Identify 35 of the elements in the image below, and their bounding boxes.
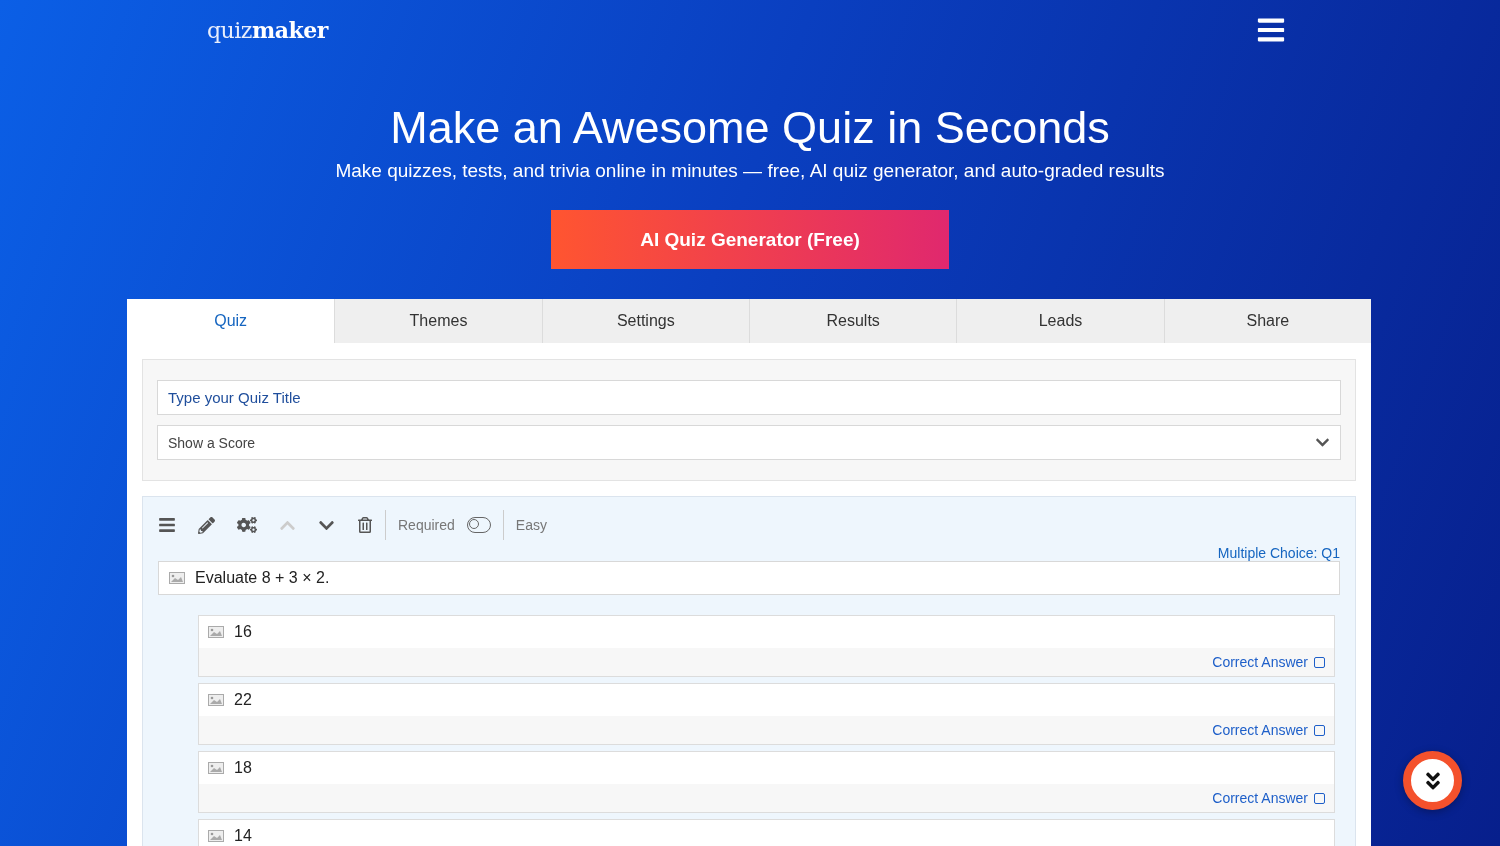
- logo[interactable]: quizmaker: [207, 17, 328, 43]
- tab[interactable]: Share: [1163, 299, 1371, 343]
- gears-icon[interactable]: [237, 515, 257, 535]
- answer-text[interactable]: 14: [234, 827, 252, 845]
- pencil-icon[interactable]: [198, 516, 215, 534]
- answer-text[interactable]: 16: [234, 623, 252, 641]
- image-icon: [169, 572, 185, 584]
- tab[interactable]: Leads: [956, 299, 1164, 343]
- answer-text[interactable]: 18: [234, 759, 252, 777]
- difficulty-label[interactable]: Easy: [515, 517, 547, 533]
- tab[interactable]: Settings: [541, 299, 749, 343]
- image-icon: [208, 762, 224, 774]
- drag-handle-icon[interactable]: [158, 516, 176, 534]
- correct-checkbox[interactable]: [1314, 656, 1325, 668]
- scroll-down-button[interactable]: [1403, 751, 1462, 810]
- tab[interactable]: Results: [749, 299, 957, 343]
- question-field[interactable]: Evaluate 8 + 3 × 2.: [158, 561, 1340, 595]
- score-select[interactable]: Show a Score: [157, 425, 1341, 460]
- answer-text[interactable]: 22: [234, 691, 252, 709]
- image-icon: [208, 830, 224, 842]
- hero-title: Make an Awesome Quiz in Seconds: [390, 102, 1110, 154]
- correct-checkbox[interactable]: [1314, 792, 1325, 804]
- required-label: Required: [398, 517, 455, 533]
- correct-answer-label: Correct Answer: [1212, 654, 1308, 670]
- question-type-label: Multiple Choice: Q1: [1217, 545, 1340, 561]
- correct-checkbox[interactable]: [1314, 724, 1325, 736]
- trash-icon[interactable]: [357, 517, 373, 533]
- correct-answer-label: Correct Answer: [1212, 790, 1308, 806]
- image-icon: [208, 694, 224, 706]
- ai-generator-button[interactable]: AI Quiz Generator (Free): [551, 210, 949, 269]
- correct-answer-label: Correct Answer: [1212, 722, 1308, 738]
- hero-subtitle: Make quizzes, tests, and trivia online in minutes — free, AI quiz generator, and auto-graded results: [335, 160, 1165, 182]
- tab[interactable]: Themes: [334, 299, 542, 343]
- image-icon: [208, 626, 224, 638]
- quiz-title-field[interactable]: Type your Quiz Title: [157, 380, 1341, 415]
